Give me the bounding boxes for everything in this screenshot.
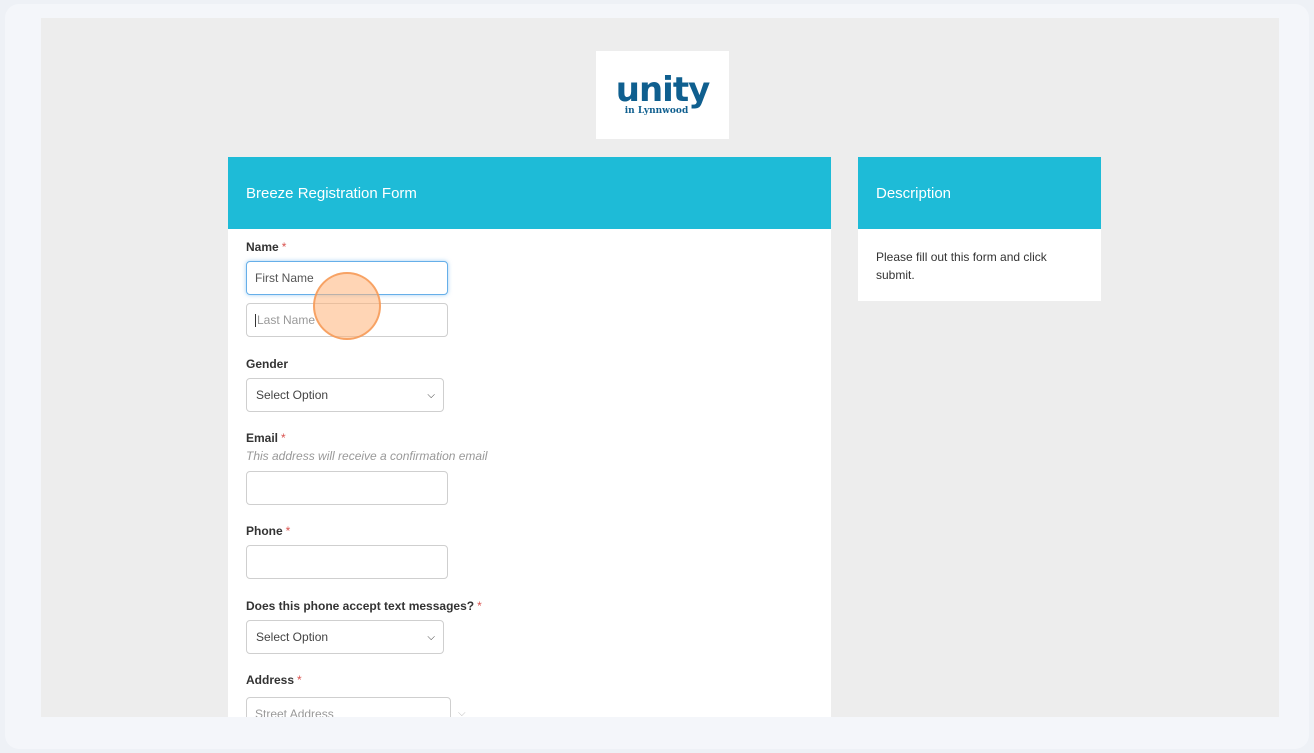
browser-viewport: unity in Lynnwood Breeze Registration Fo… xyxy=(41,18,1279,717)
chevron-down-icon: ⌵ xyxy=(427,631,435,643)
description-title: Description xyxy=(876,184,952,202)
email-help-text: This address will receive a confirmation… xyxy=(246,449,488,463)
chevron-down-icon[interactable]: ⌵ xyxy=(458,708,466,717)
text-caret xyxy=(255,313,256,327)
description-card: Description Please fill out this form an… xyxy=(858,157,1101,301)
email-label: Email * xyxy=(246,431,286,445)
address-label: Address * xyxy=(246,673,302,687)
phone-input[interactable] xyxy=(246,545,448,579)
description-header: Description xyxy=(858,157,1101,229)
text-messages-label: Does this phone accept text messages? * xyxy=(246,599,482,613)
form-title: Breeze Registration Form xyxy=(246,184,417,202)
phone-label: Phone * xyxy=(246,524,291,538)
chevron-down-icon: ⌵ xyxy=(427,389,435,401)
logo-word: unity xyxy=(615,70,710,110)
gender-label: Gender xyxy=(246,357,289,371)
street-address-input[interactable]: Street Address xyxy=(246,697,451,717)
name-label: Name * xyxy=(246,240,287,254)
description-text: Please fill out this form and click subm… xyxy=(876,250,1047,282)
click-indicator xyxy=(313,272,381,340)
unity-logo: unity in Lynnwood xyxy=(596,51,729,139)
form-header: Breeze Registration Form xyxy=(228,157,831,229)
text-messages-select[interactable]: Select Option ⌵ xyxy=(246,620,444,654)
email-input[interactable] xyxy=(246,471,448,505)
registration-form: Breeze Registration Form Name * First Nam… xyxy=(228,157,831,717)
gender-select[interactable]: Select Option ⌵ xyxy=(246,378,444,412)
